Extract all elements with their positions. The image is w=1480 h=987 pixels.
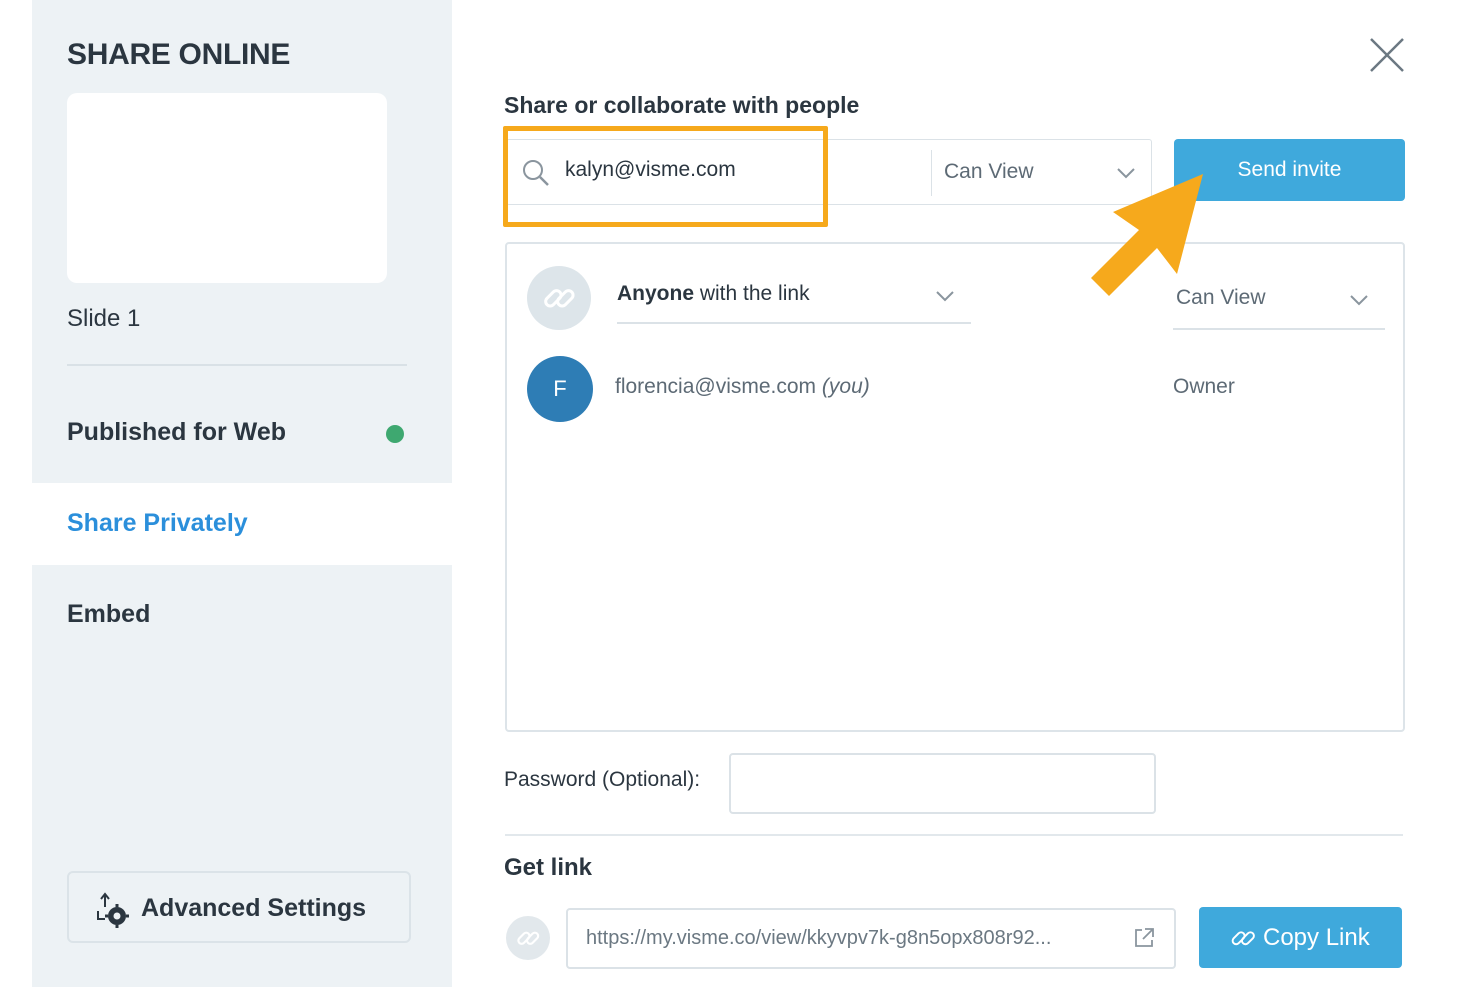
owner-role: Owner (1173, 375, 1235, 398)
link-icon (517, 931, 540, 945)
invite-permission-value: Can View (944, 160, 1034, 183)
avatar: F (527, 356, 593, 422)
link-access-bold: Anyone (617, 282, 695, 305)
copy-link-label: Copy Link (1263, 924, 1370, 951)
slide-thumbnail[interactable] (67, 93, 387, 283)
nav-share-privately-label: Share Privately (67, 509, 248, 537)
search-icon (523, 160, 549, 186)
section-divider (505, 834, 1403, 836)
link-permission-value: Can View (1176, 286, 1266, 309)
chevron-down-icon (936, 291, 954, 302)
link-access-rest: with the link (694, 282, 810, 305)
invite-email-input[interactable] (565, 158, 905, 182)
nav-embed[interactable]: Embed (32, 590, 452, 640)
close-icon[interactable] (1368, 36, 1406, 74)
people-list: Anyone with the link Can View F florenci… (505, 242, 1405, 732)
invite-permission-select[interactable]: Can View (932, 140, 1152, 204)
password-input[interactable] (729, 753, 1156, 814)
nav-published-for-web[interactable]: Published for Web (32, 408, 452, 458)
send-invite-button[interactable]: Send invite (1174, 139, 1405, 201)
settings-upload-icon (97, 892, 129, 928)
chevron-down-icon (1350, 295, 1368, 306)
sidebar-title: SHARE ONLINE (67, 38, 291, 71)
nav-embed-label: Embed (67, 600, 151, 628)
chevron-down-icon (1117, 168, 1135, 179)
copy-link-button[interactable]: Copy Link (1199, 907, 1402, 968)
advanced-settings-button[interactable]: Advanced Settings (67, 871, 411, 943)
link-access-select[interactable]: Anyone with the link (617, 282, 971, 324)
owner-you-tag: (you) (821, 375, 870, 398)
sidebar-divider (67, 364, 407, 366)
link-permission-select[interactable]: Can View (1173, 286, 1385, 330)
external-link-icon[interactable] (1132, 926, 1156, 950)
nav-published-label: Published for Web (67, 418, 286, 446)
link-icon (1231, 931, 1255, 946)
published-status-dot (386, 425, 404, 443)
share-url-field[interactable]: https://my.visme.co/view/kkyvpv7k-g8n5op… (566, 908, 1176, 969)
invite-field-group: Can View (506, 139, 1152, 205)
get-link-title: Get link (504, 854, 593, 881)
owner-email-text: florencia@visme.com (615, 375, 817, 398)
get-link-avatar (506, 916, 550, 960)
password-label: Password (Optional): (504, 768, 701, 791)
slide-label: Slide 1 (67, 305, 141, 332)
nav-share-privately[interactable]: Share Privately (32, 483, 452, 565)
link-icon (544, 289, 575, 308)
section-title: Share or collaborate with people (504, 92, 860, 118)
share-url-text: https://my.visme.co/view/kkyvpv7k-g8n5op… (586, 927, 1052, 949)
owner-email: florencia@visme.com (you) (615, 375, 870, 399)
sidebar: SHARE ONLINE Slide 1 Published for Web S… (32, 0, 452, 987)
advanced-settings-label: Advanced Settings (141, 894, 367, 922)
link-avatar (527, 266, 591, 330)
